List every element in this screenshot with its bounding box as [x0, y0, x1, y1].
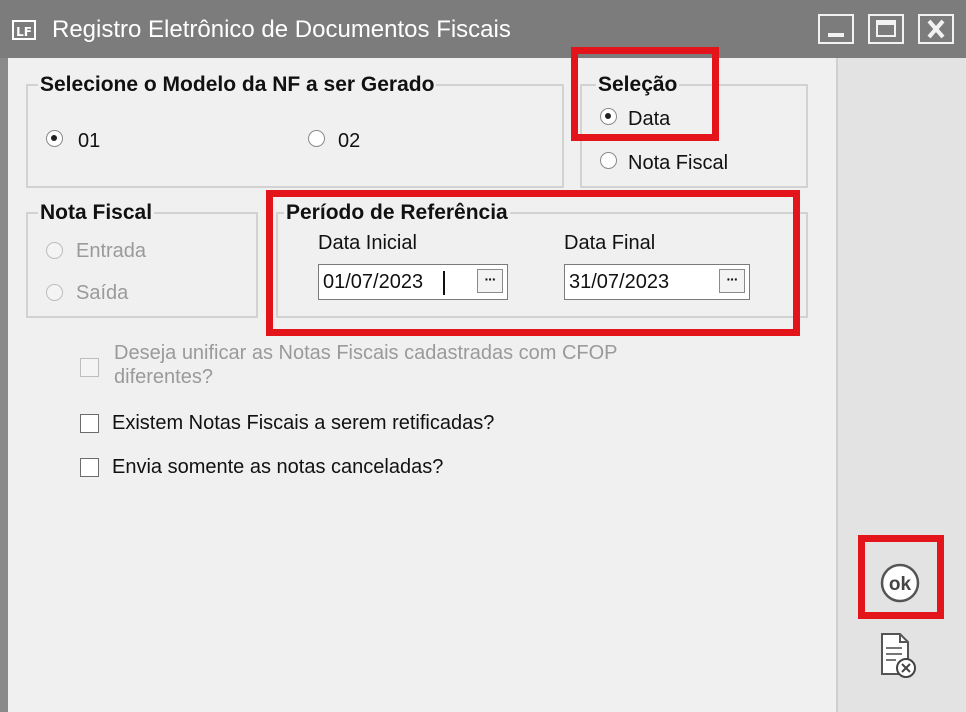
modelo-group [26, 84, 564, 188]
title-bar[interactable]: LF Registro Eletrônico de Documentos Fis… [0, 0, 966, 58]
modelo-01-radio[interactable] [46, 130, 63, 147]
unificar-cfop-label-line2: diferentes? [114, 366, 213, 388]
minimize-button[interactable] [818, 14, 854, 44]
highlight-periodo [266, 190, 800, 336]
modelo-02-radio[interactable] [308, 130, 325, 147]
modelo-legend: Selecione o Modelo da NF a ser Gerado [38, 72, 437, 98]
unificar-cfop-checkbox[interactable] [80, 358, 99, 377]
cancel-document-button[interactable] [872, 628, 920, 684]
canceladas-label[interactable]: Envia somente as notas canceladas? [112, 454, 443, 480]
saida-radio[interactable] [46, 284, 63, 301]
retificadas-checkbox[interactable] [80, 414, 99, 433]
minimize-icon [828, 33, 844, 37]
modelo-01-label[interactable]: 01 [78, 128, 100, 154]
nota-fiscal-legend: Nota Fiscal [38, 200, 155, 226]
maximize-button[interactable] [868, 14, 904, 44]
window-border [0, 58, 8, 712]
canceladas-checkbox[interactable] [80, 458, 99, 477]
retificadas-label[interactable]: Existem Notas Fiscais a serem retificada… [112, 410, 494, 436]
window-title: Registro Eletrônico de Documentos Fiscai… [52, 16, 511, 43]
maximize-icon [876, 20, 896, 37]
entrada-radio[interactable] [46, 242, 63, 259]
selecao-nota-fiscal-label[interactable]: Nota Fiscal [628, 150, 728, 176]
modelo-02-label[interactable]: 02 [338, 128, 360, 154]
nota-fiscal-group [26, 212, 258, 318]
dialog-window: LF Registro Eletrônico de Documentos Fis… [0, 0, 966, 712]
selecao-nota-fiscal-radio[interactable] [600, 152, 617, 169]
highlight-ok [858, 535, 944, 619]
highlight-selecao [571, 47, 719, 141]
app-icon: LF [12, 20, 36, 40]
close-button[interactable] [918, 14, 954, 44]
entrada-label: Entrada [76, 240, 147, 262]
close-icon [927, 19, 945, 39]
document-cancel-icon [881, 633, 916, 678]
saida-label: Saída [76, 282, 129, 304]
unificar-cfop-label-line1: Deseja unificar as Notas Fiscais cadastr… [114, 342, 618, 364]
